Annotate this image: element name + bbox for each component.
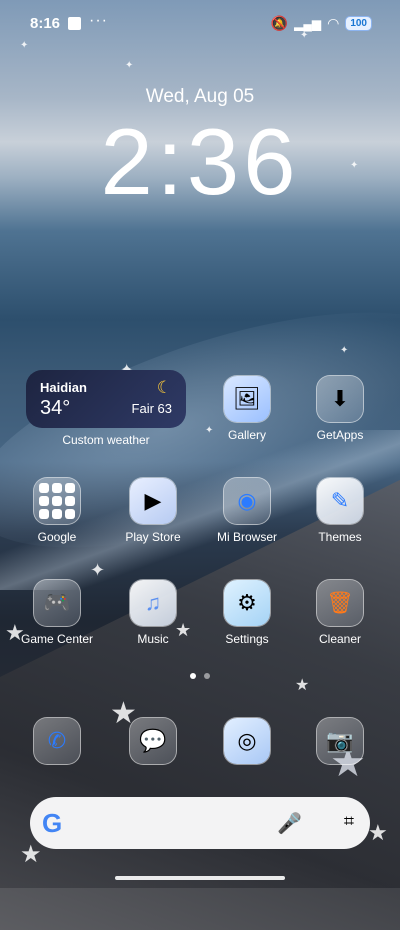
wifi-icon: ◠ [327,15,340,31]
app-label: Gallery [227,428,266,442]
microphone-icon[interactable]: 🎤 [277,811,302,836]
dock-phone[interactable]: ✆ [14,718,100,764]
page-indicator[interactable] [0,673,400,679]
google-logo-icon: G [42,808,63,838]
weather-condition: Fair 63 [131,401,172,416]
getapps-icon: ⬇ [317,376,363,422]
weather-widget[interactable]: Haidian 34° ☾ Fair 63 [26,370,186,428]
page-dot-active [190,673,196,679]
app-label: Mi Browser [216,530,277,544]
app-label: Music [137,632,169,646]
mi-browser-icon: ◉ [224,478,270,524]
gallery-icon: 🖼 [224,376,270,422]
star: ★ [20,841,42,868]
google-lens-icon[interactable]: ⌗ [344,811,354,832]
dock-chrome[interactable]: ◎ [204,718,290,764]
big-clock[interactable]: 2:36 [0,108,400,216]
google-search-bar[interactable]: G 🎤 ⌗ [30,797,370,849]
notification-icon [68,17,81,30]
status-bar: 8:16 ··· 🔕 ▂▄▆ ◠ 100 [0,0,400,48]
app-themes[interactable]: ✎ Themes [297,478,383,544]
music-icon: ♫ [130,580,176,626]
weather-city: Haidian [40,380,87,395]
cleaner-icon: 🗑 [317,580,363,626]
app-label: Themes [318,530,362,544]
sparkle: ✦ [125,60,134,71]
app-game-center[interactable]: 🎮 Game Center [14,580,100,646]
app-mi-browser[interactable]: ◉ Mi Browser [204,478,290,544]
app-label: Game Center [20,632,94,646]
phone-icon: ✆ [34,718,80,764]
app-label: Google [37,530,77,544]
settings-icon: ⚙ [224,580,270,626]
status-time: 8:16 [30,15,61,32]
messages-icon: 💬 [130,718,176,764]
app-label: Play Store [125,530,181,544]
dock: ✆ 💬 ◎ 📷 [0,718,400,766]
app-gallery[interactable]: 🖼 Gallery [204,376,290,442]
app-label: GetApps [316,428,364,442]
star: ★ [368,820,388,845]
app-label: Cleaner [318,632,362,646]
app-label: Settings [225,632,269,646]
game-center-icon: 🎮 [34,580,80,626]
dock-messages[interactable]: 💬 [110,718,196,764]
sparkle: ✦ [340,345,349,356]
themes-icon: ✎ [317,478,363,524]
chrome-icon: ◎ [224,718,270,764]
weather-widget-label: Custom weather [62,433,150,447]
signal-icon: ▂▄▆ [294,16,322,31]
google-folder-icon [34,478,80,524]
play-store-icon: ▶ [130,478,176,524]
more-notifications-icon: ··· [89,12,108,29]
app-play-store[interactable]: ▶ Play Store [110,478,196,544]
folder-google[interactable]: Google [14,478,100,544]
page-dot [204,673,210,679]
battery-icon: 100 [345,16,372,31]
sparkle: ✦ [90,560,106,580]
app-cleaner[interactable]: 🗑 Cleaner [297,580,383,646]
app-getapps[interactable]: ⬇ GetApps [297,376,383,442]
lock-date: Wed, Aug 05 [145,86,255,107]
app-music[interactable]: ♫ Music [110,580,196,646]
gesture-bar[interactable] [115,876,285,880]
moon-icon: ☾ [156,378,172,397]
app-settings[interactable]: ⚙ Settings [204,580,290,646]
weather-temperature: 34° [40,397,71,419]
camera-icon: 📷 [317,718,363,764]
mute-icon: 🔕 [270,15,289,31]
dock-camera[interactable]: 📷 [297,718,383,764]
